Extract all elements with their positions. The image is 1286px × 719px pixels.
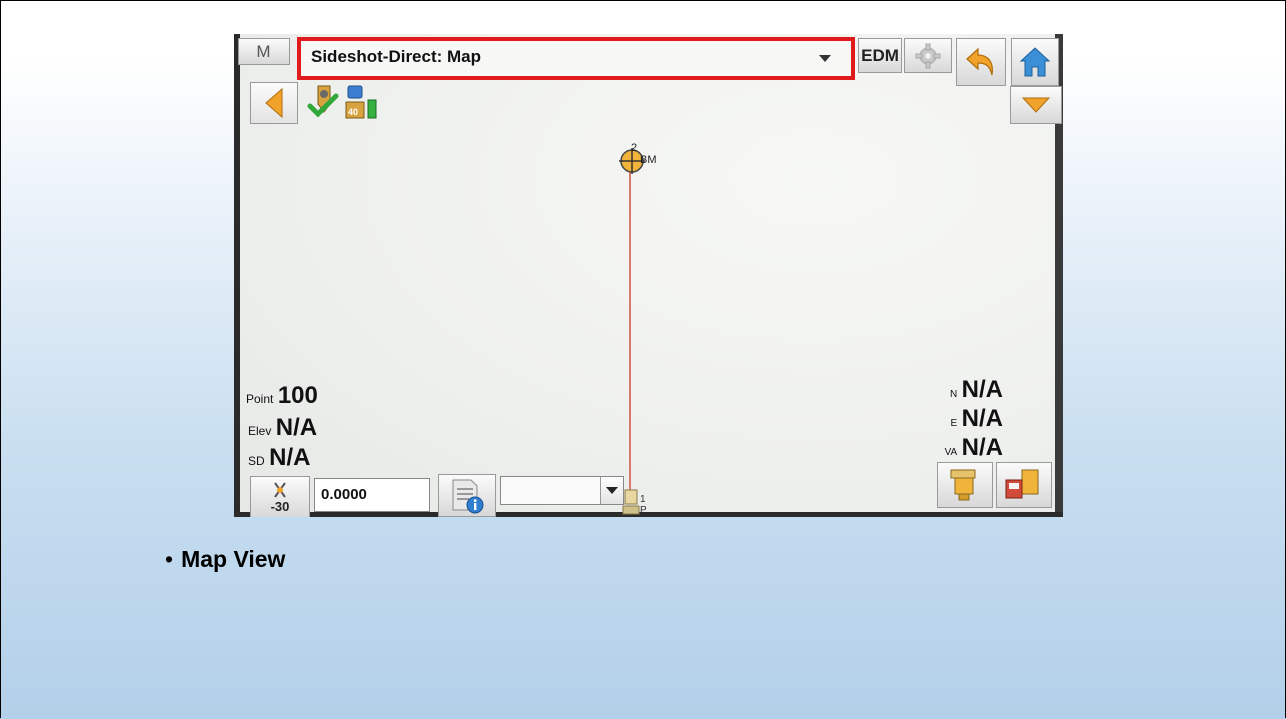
- edm-button-label: EDM: [861, 45, 899, 65]
- elev-readout: Elev N/A: [248, 414, 317, 442]
- screen-title-dropdown[interactable]: Sideshot-Direct: Map: [297, 37, 855, 80]
- target-height-input[interactable]: 0.0000: [314, 478, 430, 512]
- more-options-button[interactable]: [1010, 86, 1062, 124]
- prism-constant-button[interactable]: -30: [250, 476, 310, 517]
- elev-readout-value: N/A: [275, 414, 318, 441]
- device-screen: M Sideshot-Direct: Map EDM 40 2 BM 1 P P…: [234, 34, 1063, 517]
- northing-readout-label: N: [949, 389, 958, 400]
- point-readout-label: Point: [246, 392, 274, 406]
- battery-level-label: 40: [348, 107, 359, 117]
- prism-constant-value: -30: [270, 499, 290, 514]
- status-icons[interactable]: 40: [304, 80, 390, 124]
- mode-button[interactable]: M: [238, 38, 290, 65]
- occupied-station-label: 1 P: [640, 494, 647, 516]
- back-button[interactable]: [250, 82, 298, 124]
- target-height-value: 0.0000: [321, 486, 367, 503]
- traverse-line: [629, 162, 631, 502]
- point-readout: Point 100: [246, 382, 318, 410]
- screen-bezel-left: [234, 34, 240, 517]
- sd-readout-label: SD: [248, 454, 265, 468]
- vertical-angle-readout-value: N/A: [961, 434, 1003, 461]
- undo-button[interactable]: [956, 38, 1006, 86]
- elev-readout-label: Elev: [248, 424, 272, 438]
- northing-readout-value: N/A: [961, 376, 1003, 403]
- total-station-icon: [950, 469, 976, 501]
- backsight-point-number: 2: [631, 142, 638, 154]
- prism-icon: [274, 482, 286, 498]
- vertical-angle-readout-label: VA: [944, 447, 958, 458]
- chevron-down-icon: [819, 55, 831, 62]
- measure-and-store-button[interactable]: [996, 462, 1052, 508]
- settings-button[interactable]: [904, 38, 952, 73]
- easting-readout-label: E: [950, 418, 958, 429]
- info-document-icon: [452, 479, 484, 513]
- occupied-station-icon: [622, 489, 640, 515]
- home-button[interactable]: [1011, 38, 1059, 86]
- chevron-down-icon: [600, 477, 623, 504]
- sd-readout-value: N/A: [269, 444, 311, 471]
- screen-title: Sideshot-Direct: Map: [311, 47, 482, 66]
- northing-readout: N N/A: [950, 376, 1003, 404]
- undo-arrow-icon: [966, 47, 993, 76]
- measure-button[interactable]: [937, 462, 993, 508]
- edm-button[interactable]: EDM: [858, 38, 902, 73]
- triangle-down-icon: [1021, 97, 1051, 113]
- slide-caption: • Map View: [165, 546, 285, 573]
- backsight-label: BM: [640, 154, 657, 166]
- instrument-status-icon: [307, 85, 339, 118]
- occupied-point-code: P: [640, 505, 647, 516]
- triangle-left-icon: [265, 87, 283, 119]
- screen-bezel-bottom: [234, 512, 1063, 517]
- sd-readout: SD N/A: [248, 444, 310, 472]
- point-readout-value: 100: [277, 382, 318, 409]
- gear-icon: [915, 43, 941, 68]
- home-icon: [1019, 47, 1051, 77]
- mode-button-label: M: [256, 41, 272, 61]
- battery-icon: [345, 85, 377, 119]
- caption-bullet: •: [165, 546, 174, 572]
- point-code-select[interactable]: [500, 476, 624, 505]
- easting-readout-value: N/A: [961, 405, 1003, 432]
- easting-readout: E N/A: [951, 405, 1003, 433]
- point-info-button[interactable]: [438, 474, 496, 517]
- total-station-store-icon: [1005, 469, 1039, 499]
- vertical-angle-readout: VA N/A: [945, 434, 1003, 462]
- caption-text: Map View: [181, 546, 286, 572]
- occupied-point-number: 1: [640, 494, 646, 505]
